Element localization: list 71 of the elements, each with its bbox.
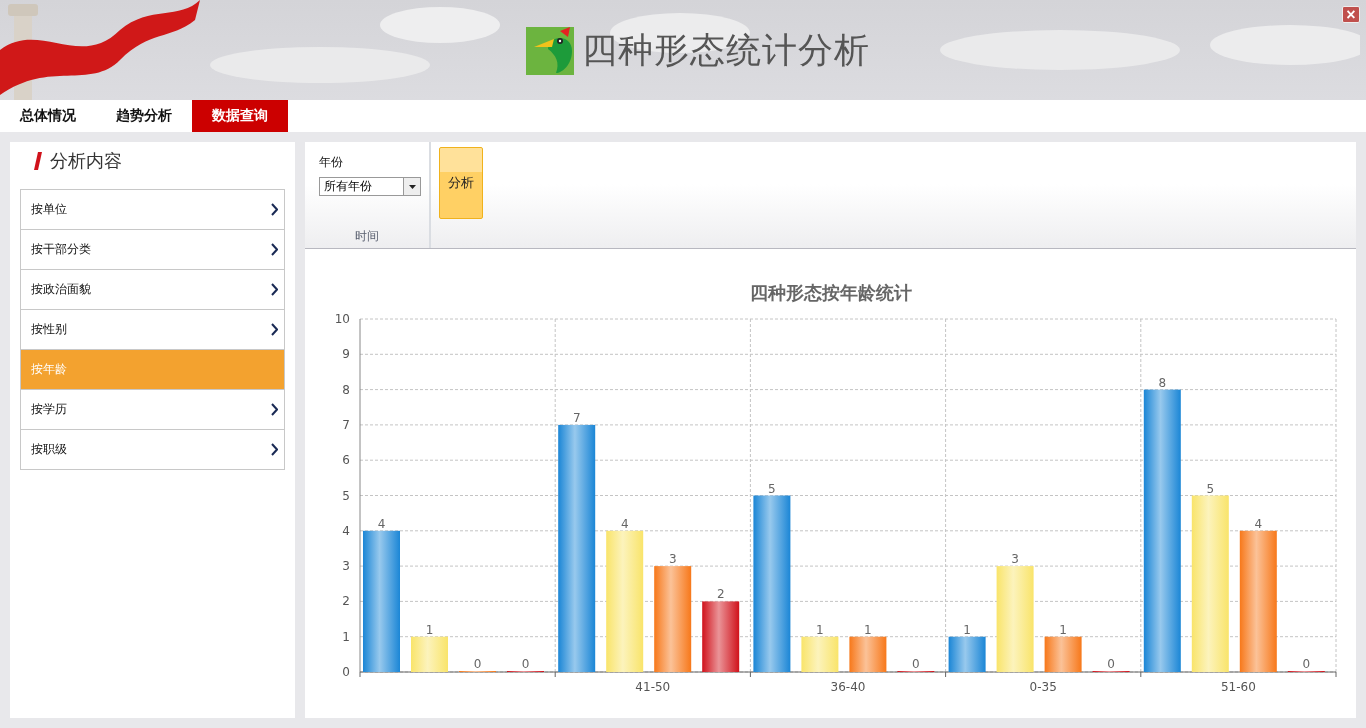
y-tick-label: 1 bbox=[342, 629, 350, 644]
item-label: 按职级 bbox=[31, 441, 67, 458]
bar-value-label: 0 bbox=[521, 657, 530, 671]
bar-value-label: 4 bbox=[377, 516, 386, 531]
y-tick-label: 8 bbox=[342, 382, 350, 397]
bar-value-label: 3 bbox=[668, 552, 677, 567]
chevron-right-icon bbox=[271, 203, 278, 216]
bar bbox=[1044, 636, 1082, 672]
chevron-right-icon bbox=[271, 443, 278, 456]
y-tick-label: 9 bbox=[342, 347, 350, 362]
bar-value-label: 1 bbox=[963, 622, 971, 637]
x-category-label: 0-35 bbox=[1029, 680, 1057, 694]
year-label: 年份 bbox=[319, 154, 344, 171]
y-tick-label: 7 bbox=[342, 417, 350, 432]
bar-value-label: 0 bbox=[912, 657, 920, 671]
sidebar-item[interactable]: 按单位 bbox=[21, 190, 284, 229]
chart-title: 四种形态按年龄统计 bbox=[749, 282, 912, 303]
bar-value-label: 4 bbox=[1254, 516, 1263, 531]
item-label: 按学历 bbox=[31, 401, 67, 418]
y-tick-label: 0 bbox=[342, 665, 350, 679]
bar-value-label: 3 bbox=[1011, 552, 1019, 567]
app-title: 四种形态统计分析 bbox=[582, 28, 870, 72]
sidebar-item[interactable]: 按学历 bbox=[21, 389, 284, 429]
woodpecker-logo-icon bbox=[526, 25, 576, 75]
y-tick-label: 3 bbox=[342, 559, 350, 574]
bar bbox=[801, 636, 839, 672]
y-tick-label: 5 bbox=[342, 488, 350, 503]
item-label: 按年龄 bbox=[31, 361, 67, 378]
bar bbox=[948, 636, 986, 672]
nav-tab[interactable]: 数据查询 bbox=[192, 100, 288, 132]
y-tick-label: 10 bbox=[334, 312, 350, 326]
item-label: 按单位 bbox=[31, 201, 67, 218]
dropdown-arrow-icon bbox=[408, 184, 416, 189]
sidebar-item[interactable]: 按政治面貌 bbox=[21, 269, 284, 309]
bar-value-label: 8 bbox=[1158, 375, 1167, 390]
slash-icon bbox=[34, 151, 42, 170]
chevron-right-icon bbox=[271, 403, 278, 416]
item-label: 按干部分类 bbox=[31, 241, 91, 258]
x-category-label: 36-40 bbox=[830, 680, 866, 694]
y-tick-label: 4 bbox=[342, 523, 350, 538]
bar-value-label: 1 bbox=[1059, 622, 1067, 637]
bar-value-label: 4 bbox=[620, 516, 629, 531]
chevron-right-icon bbox=[271, 283, 278, 296]
bar-value-label: 0 bbox=[1107, 657, 1115, 671]
x-category-label: 51-60 bbox=[1220, 680, 1256, 694]
bar-value-label: 5 bbox=[1206, 481, 1215, 496]
bar-value-label: 1 bbox=[864, 622, 872, 637]
y-tick-label: 6 bbox=[342, 453, 350, 468]
chevron-right-icon bbox=[271, 243, 278, 256]
item-label: 按政治面貌 bbox=[31, 281, 91, 298]
bar bbox=[702, 601, 740, 672]
bar-value-label: 0 bbox=[1302, 657, 1311, 671]
sidebar-title: 分析内容 bbox=[50, 148, 122, 173]
x-category-label: 41-50 bbox=[635, 680, 671, 694]
bar-value-label: 1 bbox=[816, 622, 824, 637]
item-label: 按性别 bbox=[31, 321, 67, 338]
group-label: 时间 bbox=[355, 228, 379, 245]
bar-value-label: 7 bbox=[572, 410, 581, 425]
y-tick-label: 2 bbox=[342, 594, 350, 609]
year-dropdown[interactable]: 所有年份 bbox=[319, 177, 421, 196]
analyze-button[interactable]: 分析 bbox=[439, 147, 483, 219]
bar-value-label: 2 bbox=[716, 587, 725, 602]
bar-value-label: 5 bbox=[768, 481, 776, 496]
sidebar-item[interactable]: 按干部分类 bbox=[21, 229, 284, 269]
bar bbox=[411, 636, 448, 672]
close-button[interactable]: × bbox=[1342, 6, 1360, 23]
sidebar-item[interactable]: 按职级 bbox=[21, 429, 284, 469]
bar bbox=[849, 636, 887, 672]
chevron-right-icon bbox=[271, 323, 278, 336]
bar-value-label: 0 bbox=[473, 657, 482, 671]
bar-value-label: 1 bbox=[425, 622, 434, 637]
